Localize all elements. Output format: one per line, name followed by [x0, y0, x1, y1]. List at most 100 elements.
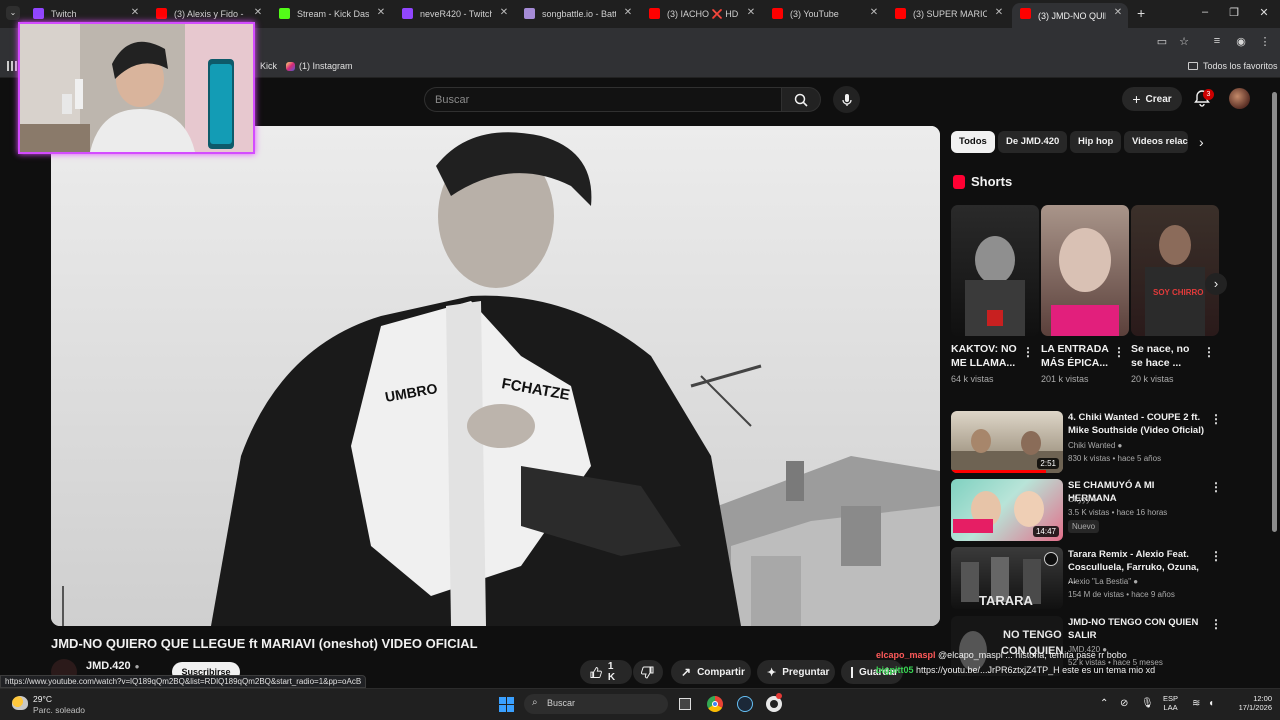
recommendation-title[interactable]: JMD-NO TENGO CON QUIEN SALIR — [1068, 616, 1204, 642]
chat-message: bigpitt05 https://youtu.be/...JrPR6ztxjZ… — [876, 665, 1155, 675]
like-button[interactable]: 1 K — [580, 660, 632, 684]
language-indicator[interactable]: ESP LAA — [1163, 694, 1178, 712]
recommendation-title[interactable]: 4. Chiki Wanted - COUPE 2 ft. Mike South… — [1068, 411, 1204, 437]
recommendation-more-icon[interactable]: ⋮ — [1210, 412, 1222, 426]
tab-close-icon[interactable]: ✕ — [498, 7, 510, 18]
recommendation-thumbnail[interactable]: 14:47 — [951, 479, 1063, 541]
watch-later-icon[interactable] — [1044, 552, 1058, 566]
recommendation-meta: 3.5 K vistas • hace 16 horas — [1068, 508, 1168, 517]
recommendation-thumbnail[interactable]: TARARA — [951, 547, 1063, 609]
bookmark-star-icon[interactable]: ☆ — [1177, 35, 1191, 48]
page-scrollbar-thumb[interactable] — [1272, 92, 1277, 532]
chip-all[interactable]: Todos — [951, 131, 995, 153]
recommendation-more-icon[interactable]: ⋮ — [1210, 480, 1222, 494]
minimize-button[interactable]: – — [1197, 6, 1213, 18]
dislike-button[interactable] — [633, 660, 663, 684]
voice-search-button[interactable] — [833, 86, 860, 113]
steam-icon[interactable] — [737, 696, 753, 712]
recommendation-channel[interactable]: Alexio "La Bestia" ● — [1068, 577, 1138, 586]
tab-title: neveR420 - Twitch — [420, 9, 492, 19]
browser-tab[interactable]: neveR420 - Twitch ✕ — [394, 3, 514, 25]
account-avatar[interactable] — [1229, 88, 1250, 109]
obs-icon[interactable] — [766, 693, 782, 712]
weather-temperature[interactable]: 29°C — [33, 694, 52, 704]
short-more-icon[interactable]: ⋮ — [1113, 345, 1125, 359]
search-input[interactable]: Buscar — [424, 87, 781, 112]
tab-title: (3) IACHO ❌ HDR - — [667, 8, 739, 19]
wifi-icon[interactable]: ≋ — [1192, 698, 1200, 709]
short-more-icon[interactable]: ⋮ — [1203, 345, 1215, 359]
share-button[interactable]: ↗ Compartir — [671, 660, 751, 684]
browser-menu-icon[interactable]: ⋮ — [1258, 35, 1272, 48]
volume-icon[interactable]: ◖ — [1208, 698, 1214, 709]
short-title[interactable]: KAKTOV: NO ME LLAMA... — [951, 342, 1021, 370]
tab-title: (3) JMD-NO QUIERO — [1038, 10, 1106, 21]
tab-close-icon[interactable]: ✕ — [622, 7, 634, 18]
recommendation-thumbnail[interactable]: 2:51 — [951, 411, 1063, 473]
recommendation-more-icon[interactable]: ⋮ — [1210, 617, 1222, 631]
browser-tab[interactable]: songbattle.io - Battle ✕ — [516, 3, 638, 25]
profile-icon[interactable]: ◉ — [1234, 35, 1248, 48]
chip-related[interactable]: Videos relac — [1124, 131, 1188, 153]
verified-icon: ● — [1117, 441, 1123, 450]
short-title[interactable]: Se nace, no se hace ... — [1131, 342, 1201, 370]
recommendation-channel[interactable]: Okyyy ● — [1068, 495, 1097, 504]
shorts-next-arrow-icon[interactable]: › — [1205, 273, 1227, 295]
search-icon — [794, 93, 808, 107]
apps-grid-icon[interactable] — [7, 61, 17, 71]
short-more-icon[interactable]: ⋮ — [1022, 345, 1034, 359]
clock-time: 12:00 — [1253, 694, 1272, 703]
ask-label: Preguntar — [782, 666, 830, 678]
video-player[interactable]: UMBRO FCHATZE — [51, 126, 940, 626]
all-bookmarks-folder[interactable]: Todos los favoritos — [1188, 61, 1278, 71]
tray-expand-icon[interactable]: ⌃ — [1100, 698, 1108, 709]
start-button-windows-icon[interactable] — [499, 697, 514, 712]
close-window-button[interactable]: ✕ — [1256, 6, 1272, 19]
chip-from-channel[interactable]: De JMD.420 — [998, 131, 1068, 153]
short-title[interactable]: LA ENTRADA MÁS ÉPICA... — [1041, 342, 1111, 370]
browser-tab[interactable]: (3) JMD-NO QUIERO ✕ — [1012, 3, 1128, 28]
chip-hip-hop[interactable]: Hip hop — [1070, 131, 1122, 153]
tab-close-icon[interactable]: ✕ — [993, 7, 1005, 18]
tab-close-icon[interactable]: ✕ — [252, 7, 264, 18]
browser-tab[interactable]: (3) IACHO ❌ HDR - ✕ — [641, 3, 761, 25]
browser-tab[interactable]: Stream - Kick Dashbo ✕ — [271, 3, 391, 25]
short-thumbnail[interactable] — [951, 205, 1039, 336]
tab-close-icon[interactable]: ✕ — [129, 7, 141, 18]
channel-name[interactable]: JMD.420 ● — [86, 660, 139, 672]
weather-icon[interactable] — [12, 696, 28, 710]
clock[interactable]: 12:00 17/1/2026 — [1228, 694, 1272, 712]
tab-close-icon[interactable]: ✕ — [868, 7, 880, 18]
search-button[interactable] — [781, 87, 821, 112]
cast-icon[interactable]: ▭ — [1155, 35, 1169, 48]
microphone-tray-icon[interactable]: 🎙︎ — [1141, 698, 1154, 709]
media-control-icon[interactable]: ≡ — [1210, 35, 1224, 47]
tab-close-icon[interactable]: ✕ — [1112, 7, 1124, 18]
short-thumbnail[interactable]: SOY CHIRRO — [1131, 205, 1219, 336]
chrome-icon[interactable] — [707, 696, 723, 712]
tab-close-icon[interactable]: ✕ — [375, 7, 387, 18]
network-icon[interactable]: ⊘ — [1120, 698, 1128, 709]
restore-button[interactable]: ❐ — [1226, 6, 1242, 19]
chat-text: https://youtu.be/...JrPR6ztxjZ4TP_H este… — [916, 665, 1156, 675]
bookmark-instagram[interactable]: (1) Instagram — [286, 61, 353, 71]
short-thumbnail[interactable] — [1041, 205, 1129, 336]
task-view-icon[interactable] — [679, 698, 691, 710]
browser-tab[interactable]: (3) SUPER MARIO GA ✕ — [887, 3, 1009, 25]
tab-search-button[interactable]: ⌄ — [6, 6, 20, 20]
verified-icon: ● — [134, 661, 140, 671]
recommendation-more-icon[interactable]: ⋮ — [1210, 549, 1222, 563]
browser-tab[interactable]: (3) YouTube ✕ — [764, 3, 884, 25]
recommendation-channel[interactable]: Chiki Wanted ● — [1068, 441, 1122, 450]
ask-button[interactable]: ✦ Preguntar — [757, 660, 835, 684]
create-button[interactable]: + Crear — [1122, 87, 1182, 111]
weather-description[interactable]: Parc. soleado — [33, 705, 85, 715]
new-tab-button[interactable]: + — [1137, 5, 1145, 21]
chips-next-arrow-icon[interactable]: › — [1199, 134, 1204, 150]
tab-favicon-icon — [279, 8, 290, 19]
bookmark-kick[interactable]: Kick — [260, 61, 277, 71]
taskbar-search[interactable]: ⌕ Buscar — [524, 694, 668, 714]
tab-close-icon[interactable]: ✕ — [745, 7, 757, 18]
chat-user: elcapo_maspl — [876, 650, 936, 660]
short-image — [1051, 228, 1119, 336]
